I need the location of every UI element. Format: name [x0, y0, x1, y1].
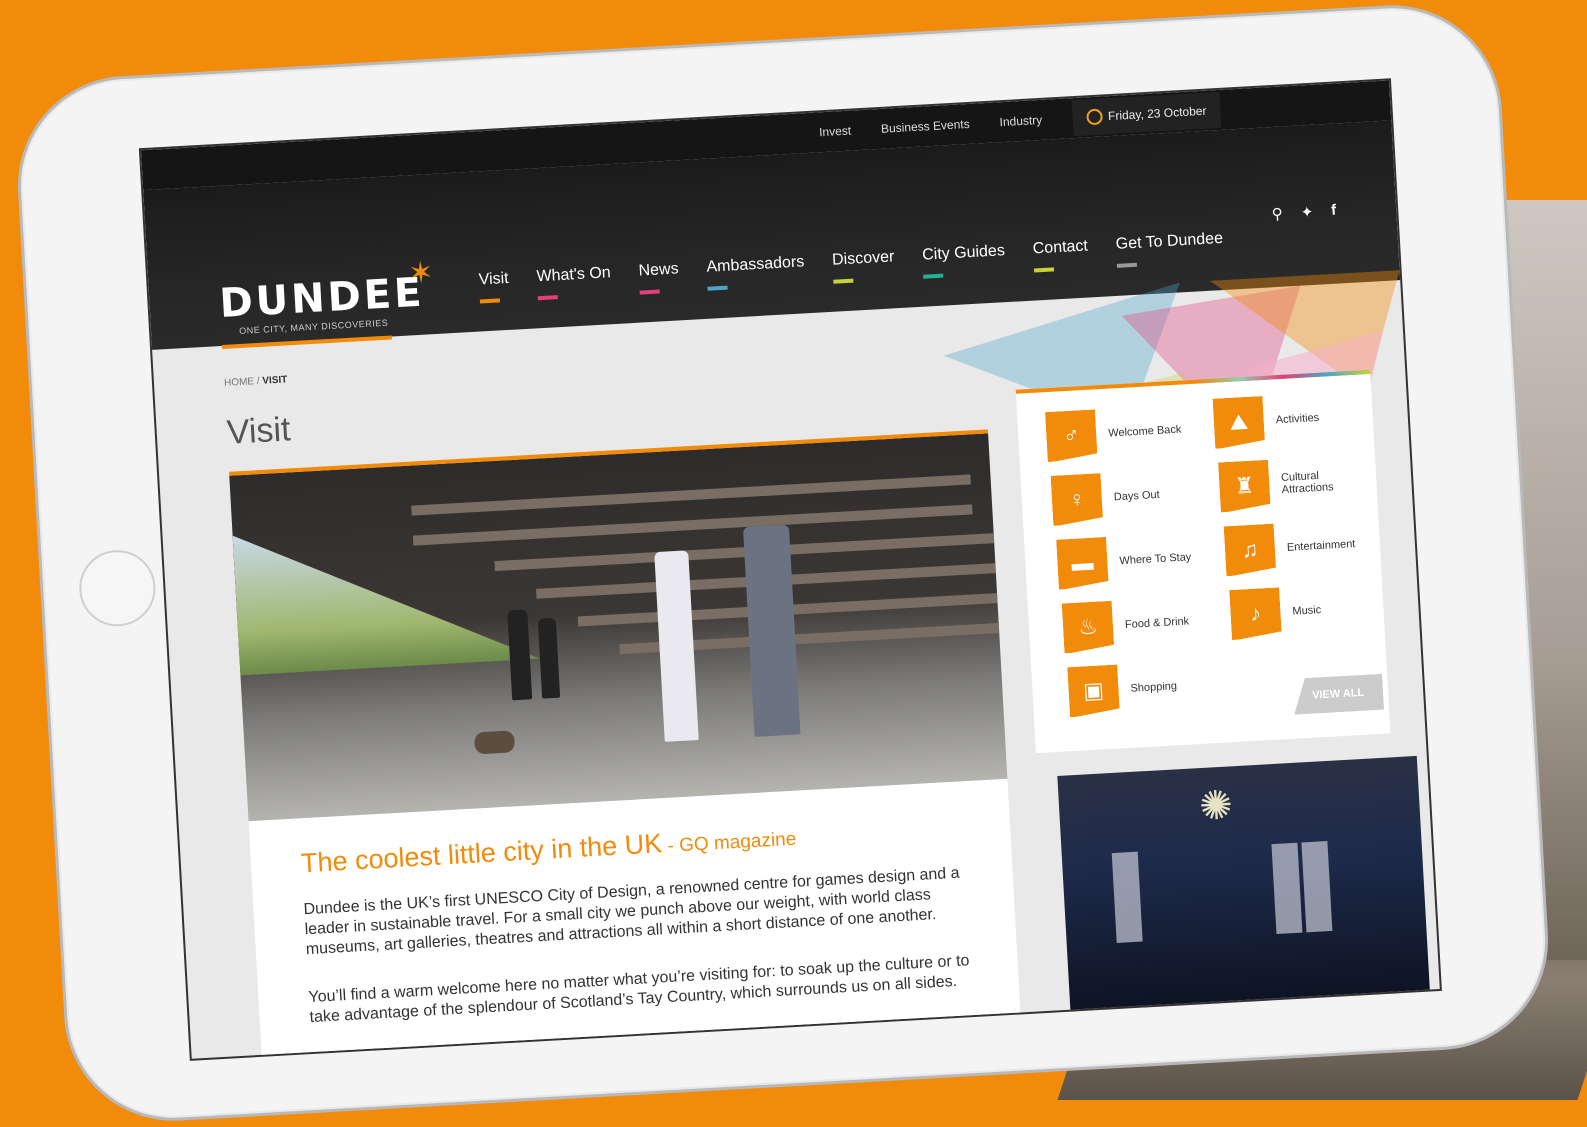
hero-person [507, 609, 533, 701]
date-display: Friday, 23 October [1071, 91, 1222, 137]
category-music[interactable]: ♪ Music [1229, 585, 1322, 640]
castle-icon: ♜ [1218, 460, 1271, 513]
category-where-to-stay[interactable]: ▬ Where To Stay [1056, 532, 1193, 589]
search-icon[interactable]: ⚲ [1271, 205, 1283, 224]
category-welcome-back[interactable]: ♂ Welcome Back [1045, 405, 1183, 462]
family-icon: ♂ [1045, 409, 1098, 462]
article-paragraph: You’ll find a warm welcome here no matte… [308, 952, 970, 1027]
drinks-icon: ♫ [1224, 524, 1277, 577]
nav-item-ambassadors[interactable]: Ambassadors [706, 253, 805, 291]
guitar-icon: ♪ [1229, 587, 1282, 640]
facebook-icon[interactable]: f [1331, 202, 1337, 220]
logo-star-icon: ✶ [407, 256, 435, 291]
category-shopping[interactable]: ▣ Shopping [1067, 661, 1178, 717]
bed-icon: ▬ [1056, 537, 1109, 590]
category-activities[interactable]: ⛰ Activities [1213, 393, 1321, 449]
hero-landscape [233, 519, 540, 676]
hero-person [537, 617, 561, 699]
cutlery-icon: ♨ [1062, 601, 1115, 654]
twitter-icon[interactable]: ✦ [1300, 203, 1314, 222]
header-icons: ⚲ ✦ f [1271, 202, 1336, 224]
nav-item-contact[interactable]: Contact [1032, 238, 1089, 273]
breadcrumb-current: VISIT [262, 374, 288, 387]
nav-item-get-to-dundee[interactable]: Get To Dundee [1115, 230, 1224, 268]
hero-person [742, 524, 801, 737]
nav-item-whats-on[interactable]: What's On [536, 264, 612, 301]
category-days-out[interactable]: ♀ Days Out [1051, 470, 1161, 526]
nav-item-discover[interactable]: Discover [832, 248, 896, 284]
tablet-frame: Invest Business Events Industry Friday, … [11, 0, 1555, 1127]
tablet-screen: Invest Business Events Industry Friday, … [138, 78, 1442, 1061]
nav-item-visit[interactable]: Visit [478, 270, 510, 304]
bag-icon: ▣ [1067, 665, 1120, 718]
nav-item-news[interactable]: News [638, 260, 680, 295]
hero-person [654, 550, 699, 742]
view-all-button[interactable]: VIEW ALL [1292, 674, 1384, 715]
breadcrumb-home[interactable]: HOME [224, 376, 255, 389]
family-icon: ♀ [1051, 473, 1104, 526]
category-cultural-attractions[interactable]: ♜ Cultural Attractions [1218, 455, 1363, 513]
topbar-link-invest[interactable]: Invest [819, 124, 852, 140]
tablet-home-button[interactable] [77, 548, 158, 629]
intro-article: The coolest little city in the UK - GQ m… [248, 778, 1022, 1061]
date-text: Friday, 23 October [1107, 103, 1207, 124]
rose-window-icon: ✺ [1198, 783, 1234, 830]
topbar-link-business-events[interactable]: Business Events [881, 117, 970, 136]
hero-image [229, 429, 1008, 826]
page-title: Visit [225, 410, 292, 452]
site-logo[interactable]: ✶ DUNDEE ONE CITY, MANY DISCOVERIES [218, 256, 434, 337]
article-headline: The coolest little city in the UK - GQ m… [300, 828, 797, 879]
nav-item-city-guides[interactable]: City Guides [922, 242, 1006, 279]
category-panel: ♂ Welcome Back ⛰ Activities ♀ Days Out ♜… [1015, 369, 1391, 754]
category-food-drink[interactable]: ♨ Food & Drink [1062, 596, 1191, 653]
category-entertainment[interactable]: ♫ Entertainment [1224, 519, 1357, 576]
topbar-link-industry[interactable]: Industry [999, 113, 1042, 129]
sidebar-photo[interactable]: ✺ [1057, 755, 1431, 1016]
article-paragraph: Dundee is the UK’s first UNESCO City of … [303, 864, 960, 959]
hiker-icon: ⛰ [1213, 396, 1266, 449]
hero-dog [473, 730, 516, 755]
breadcrumb: HOME / VISIT [223, 374, 288, 389]
clock-icon [1085, 108, 1103, 126]
